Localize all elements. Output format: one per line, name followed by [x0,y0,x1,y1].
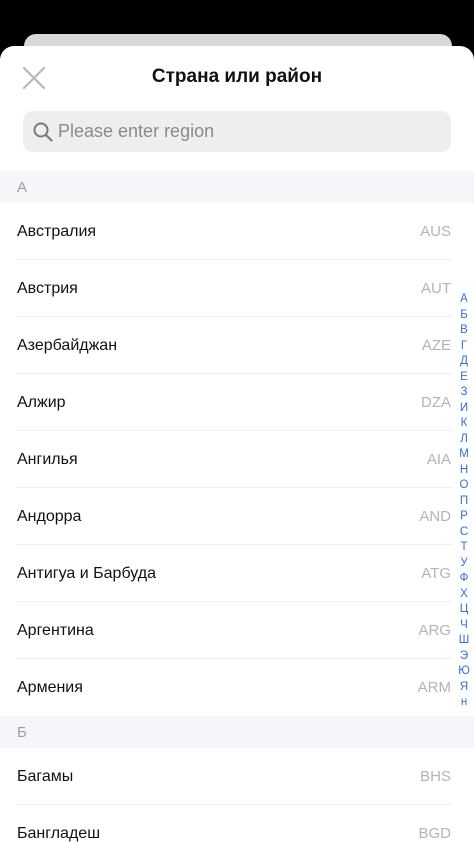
index-letter[interactable]: Д [460,354,468,370]
country-code: ARG [418,622,451,639]
index-letter[interactable]: н [461,695,467,711]
index-letter[interactable]: В [460,323,468,339]
country-code: AUT [421,280,451,297]
list-item[interactable]: Багамы BHS [0,748,474,805]
country-code: ATG [421,565,451,582]
index-letter[interactable]: У [460,556,467,572]
country-name: Алжир [17,393,66,411]
index-letter[interactable]: К [461,416,468,432]
country-code: BGD [418,825,451,842]
country-code: AUS [420,223,451,240]
index-letter[interactable]: Ю [458,664,470,680]
alphabet-index[interactable]: АБВГДЕЗИКЛМНОПРСТУФХЦЧШЭЮЯн [456,292,472,711]
index-letter[interactable]: Г [461,339,467,355]
section-header: А [0,171,474,203]
index-letter[interactable]: Л [460,432,468,448]
country-code: ARM [417,679,451,696]
header: Страна или район [0,46,474,110]
index-letter[interactable]: Т [460,540,467,556]
region-list: А Австралия AUS Австрия AUT Азербайджан AZE Алж… [0,171,474,842]
search-icon [32,121,54,143]
list-item[interactable]: Армения ARM [0,659,474,716]
index-letter[interactable]: О [460,478,469,494]
country-code: AIA [426,451,451,468]
list-item[interactable]: Бангладеш BGD [0,805,474,842]
country-name: Ангилья [17,450,78,468]
index-letter[interactable]: Б [460,308,468,324]
country-name: Австрия [17,279,78,297]
index-letter[interactable]: М [459,447,469,463]
section-header: Б [0,716,474,748]
list-item[interactable]: Аргентина ARG [0,602,474,659]
index-letter[interactable]: Ц [460,602,469,618]
list-item[interactable]: Андорра AND [0,488,474,545]
list-item[interactable]: Азербайджан AZE [0,317,474,374]
index-letter[interactable]: Х [460,587,468,603]
country-name: Антигуа и Барбуда [17,564,156,582]
search-bar[interactable] [23,111,451,152]
index-letter[interactable]: Е [460,370,468,386]
country-code: AND [419,508,451,525]
index-letter[interactable]: Ф [460,571,469,587]
country-name: Аргентина [17,621,94,639]
country-code: AZE [421,337,451,354]
index-letter[interactable]: Ч [460,618,468,634]
index-letter[interactable]: А [460,292,468,308]
index-letter[interactable]: Ш [459,633,470,649]
page-title: Страна или район [151,66,323,87]
country-name: Багамы [17,767,74,785]
country-name: Азербайджан [17,336,118,354]
search-input[interactable] [58,121,428,142]
country-name: Австралия [17,222,97,240]
index-letter[interactable]: З [461,385,468,401]
list-item[interactable]: Антигуа и Барбуда ATG [0,545,474,602]
country-code: BHS [420,768,451,785]
list-item[interactable]: Алжир DZA [0,374,474,431]
country-name: Армения [17,678,83,696]
index-letter[interactable]: Я [460,680,468,696]
country-name: Бангладеш [17,824,101,842]
list-item[interactable]: Австралия AUS [0,203,474,260]
index-letter[interactable]: С [460,525,468,541]
country-name: Андорра [17,507,82,525]
index-letter[interactable]: И [460,401,468,417]
index-letter[interactable]: Р [460,509,468,525]
country-code: DZA [421,394,451,411]
index-letter[interactable]: Э [460,649,468,665]
list-item[interactable]: Ангилья AIA [0,431,474,488]
index-letter[interactable]: Н [460,463,468,479]
region-picker-sheet: Страна или район А Австралия AUS Австрия AUT… [0,46,474,842]
list-item[interactable]: Австрия AUT [0,260,474,317]
index-letter[interactable]: П [460,494,468,510]
